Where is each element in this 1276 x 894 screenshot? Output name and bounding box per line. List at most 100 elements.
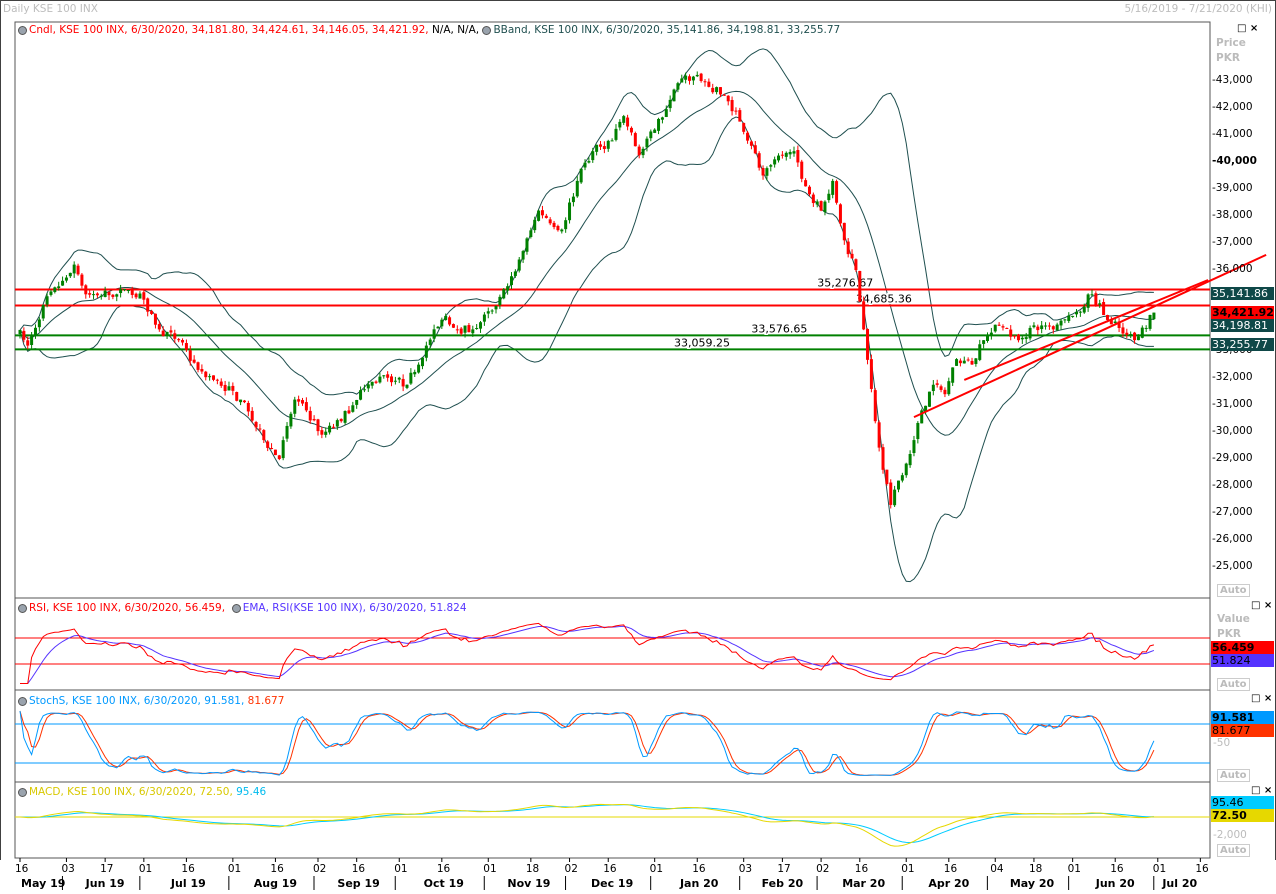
maximize-price-pane-button[interactable]: □ × (1237, 23, 1258, 34)
candle (908, 453, 912, 466)
candle (142, 292, 146, 300)
candle (1036, 326, 1040, 331)
candle (927, 391, 931, 407)
candle (1105, 314, 1109, 320)
candle (583, 162, 587, 168)
candle (746, 132, 750, 141)
candle (974, 358, 978, 364)
rsi-line (20, 622, 1155, 684)
candle (161, 330, 165, 336)
candle (459, 328, 463, 334)
candle (738, 110, 742, 122)
price-tick-label: -25,000 (1212, 560, 1253, 572)
candle (432, 329, 436, 339)
maximize-macd-pane-button[interactable]: □ × (1251, 785, 1272, 796)
price-auto-scale-button[interactable]: Auto (1217, 584, 1250, 597)
stoch-d-legend-text: 81.677 (247, 695, 285, 707)
value-axis-unit: PKR (1217, 628, 1241, 640)
candle (308, 410, 312, 421)
candle (622, 116, 626, 123)
candle (970, 360, 974, 365)
clock-icon[interactable] (482, 25, 492, 35)
candle (1020, 337, 1024, 340)
price-tick-label: -36,000 (1212, 263, 1253, 275)
price-chart[interactable]: 35,276.6734,685.3633,576.6533,059.2516 03… (0, 0, 1276, 894)
macd-auto-scale-button[interactable]: Auto (1217, 844, 1250, 857)
time-tick-label: 01 (901, 863, 914, 875)
candle (862, 301, 866, 330)
candle (587, 161, 591, 163)
time-tick-label: 16 (181, 863, 195, 875)
clock-icon[interactable] (18, 603, 27, 613)
candle (904, 463, 908, 476)
candle (506, 286, 510, 291)
candle (448, 317, 452, 325)
candle (602, 146, 606, 150)
clock-icon[interactable] (18, 787, 27, 797)
candle (335, 420, 339, 427)
month-label: May 19 (21, 877, 65, 890)
clock-icon[interactable] (18, 696, 27, 706)
time-tick-label: 16 (944, 863, 958, 875)
candle (1098, 303, 1102, 305)
candle (1140, 327, 1144, 338)
candle (896, 480, 900, 490)
time-tick-label: 17 (777, 863, 790, 875)
month-label: Jan 20 (679, 877, 719, 890)
candle (165, 331, 169, 335)
candle (1055, 324, 1059, 331)
candle (993, 324, 997, 332)
candle (409, 372, 413, 384)
candle (88, 293, 92, 295)
time-tick-label: 01 (1153, 863, 1166, 875)
candle (513, 271, 517, 277)
candle (591, 151, 595, 161)
candle (699, 73, 703, 81)
candle (537, 210, 541, 221)
month-label: Dec 19 (591, 877, 633, 890)
candle (146, 298, 150, 312)
price-tick-label: -30,000 (1212, 425, 1253, 437)
candle (641, 148, 645, 156)
month-label: Aug 19 (254, 877, 297, 890)
price-tick-label: -31,000 (1212, 398, 1253, 410)
rsi-auto-scale-button[interactable]: Auto (1217, 678, 1250, 691)
candle (289, 413, 293, 427)
candle (749, 141, 753, 146)
candle (502, 289, 506, 299)
time-tick-label: 01 (139, 863, 152, 875)
month-label: Apr 20 (928, 877, 969, 890)
candle (250, 410, 254, 421)
candle (548, 219, 552, 224)
candle (1051, 326, 1055, 330)
candle (293, 399, 297, 414)
candle (254, 422, 258, 428)
candle (262, 430, 266, 441)
rsi-legend-text: RSI, KSE 100 INX, 6/30/2020, 56.459, (29, 602, 226, 614)
candle (595, 144, 599, 152)
maximize-stoch-pane-button[interactable]: □ × (1251, 693, 1272, 704)
maximize-rsi-pane-button[interactable]: □ × (1251, 600, 1272, 611)
clock-icon[interactable] (18, 25, 27, 35)
candle (339, 418, 343, 422)
macd-tick: -2,000 (1213, 829, 1247, 841)
bband-middle-line (19, 90, 1154, 436)
candle (614, 128, 618, 140)
candle (695, 74, 699, 77)
candle (297, 399, 301, 402)
candle (390, 376, 394, 383)
candle (95, 293, 99, 296)
candle (467, 325, 471, 333)
candle (885, 469, 889, 485)
candle (680, 78, 684, 83)
candle (633, 133, 637, 147)
clock-icon[interactable] (231, 603, 241, 613)
stoch-mid-tick: -50 (1213, 737, 1231, 749)
price-tick-label: -41,000 (1212, 128, 1253, 140)
stoch-auto-scale-button[interactable]: Auto (1217, 769, 1250, 782)
candle (150, 311, 154, 314)
candle (951, 367, 955, 383)
candle (931, 384, 935, 392)
candle (525, 238, 529, 252)
candle-legend-text: Cndl, KSE 100 INX, 6/30/2020, 34,181.80,… (29, 24, 429, 36)
